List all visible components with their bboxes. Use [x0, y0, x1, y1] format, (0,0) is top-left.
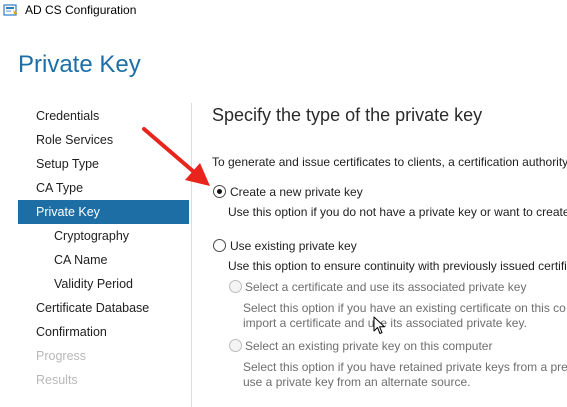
- use-existing-key-label[interactable]: Use existing private key: [230, 239, 357, 253]
- main-content: Specify the type of the private key To g…: [212, 104, 567, 407]
- select-existing-key-description-line1: Select this option if you have retained …: [243, 360, 567, 374]
- sidebar-item-private-key[interactable]: Private Key: [18, 200, 189, 224]
- intro-text: To generate and issue certificates to cl…: [212, 155, 567, 169]
- create-new-key-description: Use this option if you do not have a pri…: [228, 205, 567, 219]
- select-existing-key-description-line2: use a private key from an alternate sour…: [243, 375, 471, 389]
- window-titlebar: AD CS Configuration: [0, 0, 567, 22]
- sidebar-item-validity-period[interactable]: Validity Period: [18, 272, 189, 296]
- page-title: Private Key: [18, 51, 141, 78]
- mouse-pointer-icon: [373, 316, 385, 334]
- ad-cs-server-icon: [3, 4, 18, 16]
- sidebar-item-ca-name[interactable]: CA Name: [18, 248, 189, 272]
- select-certificate-radio: [229, 280, 242, 293]
- section-heading: Specify the type of the private key: [212, 105, 483, 125]
- select-certificate-label: Select a certificate and use its associa…: [245, 280, 527, 294]
- use-existing-key-description: Use this option to ensure continuity wit…: [228, 259, 567, 273]
- sidebar-item-results: Results: [36, 373, 78, 387]
- select-existing-key-radio: [229, 339, 242, 352]
- sidebar-item-cryptography[interactable]: Cryptography: [18, 224, 189, 248]
- sidebar-item-certificate-database[interactable]: Certificate Database: [18, 296, 189, 320]
- use-existing-key-radio[interactable]: [213, 239, 226, 252]
- create-new-key-label[interactable]: Create a new private key: [230, 185, 363, 199]
- select-existing-key-label: Select an existing private key on this c…: [245, 339, 493, 353]
- sidebar-item-confirmation[interactable]: Confirmation: [18, 320, 189, 344]
- window-title: AD CS Configuration: [25, 3, 137, 17]
- select-certificate-description-line1: Select this option if you have an existi…: [243, 301, 566, 315]
- red-arrow-annotation: [142, 127, 210, 186]
- sidebar-item-progress: Progress: [36, 349, 87, 363]
